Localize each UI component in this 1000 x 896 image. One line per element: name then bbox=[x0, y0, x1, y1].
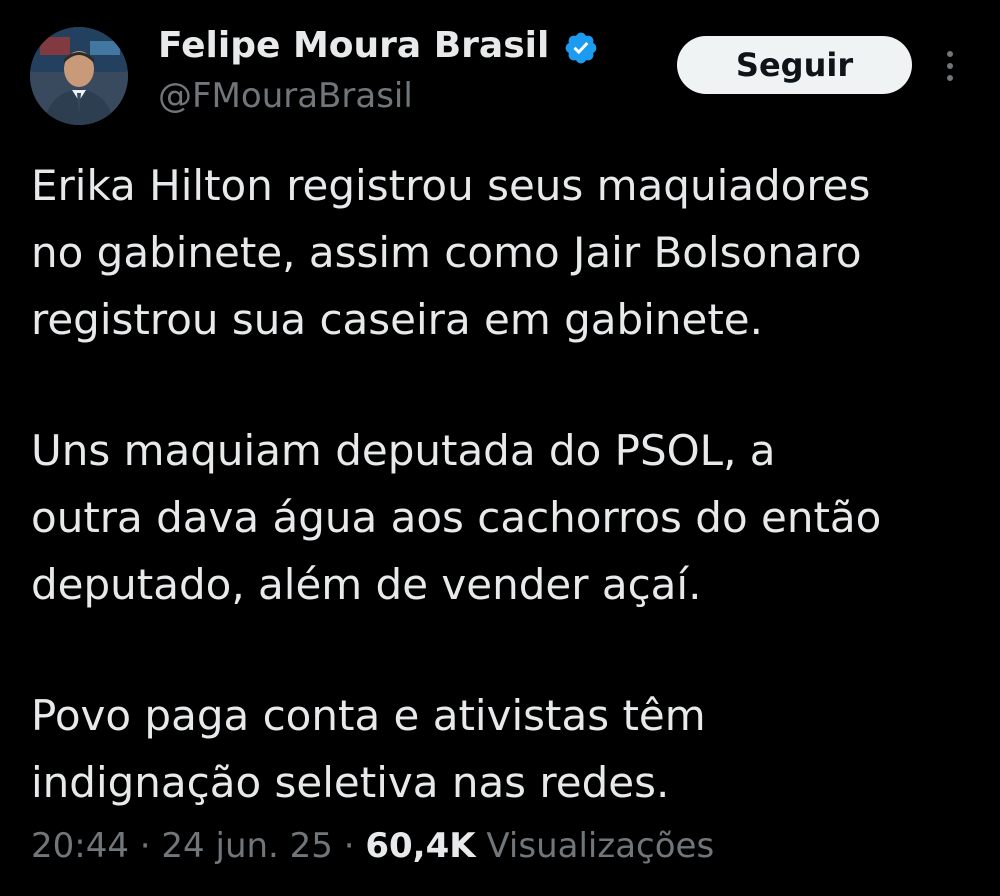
tweet-paragraph-1: Erika Hilton registrou seus maquiadores … bbox=[31, 152, 976, 353]
views-count[interactable]: 60,4K bbox=[365, 826, 475, 866]
tweet-line: outra dava água aos cachorros do então bbox=[31, 493, 882, 542]
tweet-text: Erika Hilton registrou seus maquiadores … bbox=[31, 152, 976, 816]
tweet-date[interactable]: 24 jun. 25 bbox=[161, 826, 333, 866]
handle[interactable]: @FMouraBrasil bbox=[158, 76, 413, 116]
tweet-time[interactable]: 20:44 bbox=[31, 826, 129, 866]
tweet-line: no gabinete, assim como Jair Bolsonaro bbox=[31, 228, 862, 277]
meta-separator: · bbox=[343, 826, 355, 866]
follow-button[interactable]: Seguir bbox=[677, 36, 912, 94]
tweet-line: Erika Hilton registrou seus maquiadores bbox=[31, 161, 871, 210]
tweet-paragraph-2: Uns maquiam deputada do PSOL, a outra da… bbox=[31, 417, 976, 618]
tweet-paragraph-3: Povo paga conta e ativistas têm indignaç… bbox=[31, 682, 976, 816]
avatar[interactable] bbox=[30, 27, 128, 125]
tweet-line: Uns maquiam deputada do PSOL, a bbox=[31, 426, 776, 475]
verified-badge-icon bbox=[565, 32, 597, 64]
tweet-line: deputado, além de vender açaí. bbox=[31, 560, 702, 609]
meta-separator: · bbox=[139, 826, 151, 866]
tweet: Felipe Moura Brasil @FMouraBrasil Seguir… bbox=[0, 0, 1000, 896]
display-name[interactable]: Felipe Moura Brasil bbox=[158, 24, 549, 68]
tweet-meta: 20:44 · 24 jun. 25 · 60,4K Visualizações bbox=[31, 824, 714, 868]
tweet-line: Povo paga conta e ativistas têm bbox=[31, 691, 706, 740]
views-label: Visualizações bbox=[486, 826, 715, 866]
tweet-line: registrou sua caseira em gabinete. bbox=[31, 295, 763, 344]
tweet-line: indignação seletiva nas redes. bbox=[31, 758, 670, 807]
more-vertical-icon[interactable] bbox=[938, 48, 962, 84]
avatar-image bbox=[30, 27, 128, 125]
